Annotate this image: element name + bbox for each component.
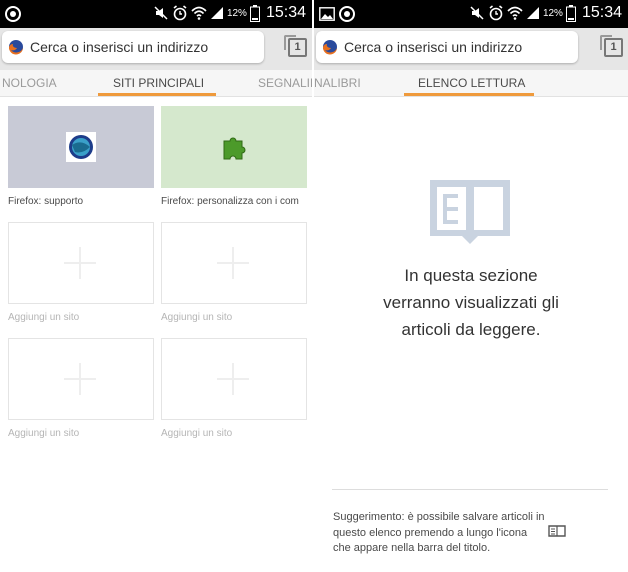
battery-percent: 12%: [226, 7, 247, 19]
hint-divider: [332, 489, 608, 490]
tabs-count: 1: [610, 41, 617, 53]
tab-tecnologia[interactable]: NOLOGIA: [2, 76, 57, 90]
browser-toolbar: Cerca o inserisci un indirizzo 1: [314, 28, 628, 70]
hint-line: questo elenco premendo a lungo l'icona: [333, 525, 609, 541]
puzzle-piece-icon: [223, 137, 246, 160]
home-panel-tabs: NALIBRI ELENCO LETTURA: [314, 70, 628, 97]
tile-label: Aggiungi un sito: [8, 428, 80, 439]
active-tab-indicator: [98, 93, 216, 96]
image-notification-icon: [319, 7, 335, 21]
mute-icon: [470, 6, 484, 20]
add-site-tile[interactable]: [8, 338, 154, 420]
alarm-icon: [489, 5, 503, 21]
url-bar[interactable]: Cerca o inserisci un indirizzo: [316, 31, 578, 63]
firefox-notification-icon: [5, 6, 21, 22]
add-site-tile[interactable]: [8, 222, 154, 304]
home-panel-tabs: NOLOGIA SITI PRINCIPALI SEGNALIB: [0, 70, 312, 97]
firefox-notification-icon: [339, 6, 355, 22]
wifi-icon: [191, 6, 207, 20]
firefox-logo-icon: [322, 40, 337, 55]
wifi-icon: [507, 6, 523, 20]
add-site-tile[interactable]: [161, 222, 307, 304]
status-bar: 12% 15:34: [314, 0, 628, 28]
reader-mode-icon: [548, 525, 566, 537]
empty-message-line: In questa sezione: [404, 266, 538, 285]
tab-elenco-lettura[interactable]: ELENCO LETTURA: [418, 76, 525, 90]
battery-icon: [249, 4, 260, 22]
status-bar: 12% 15:34: [0, 0, 312, 28]
url-placeholder: Cerca o inserisci un indirizzo: [344, 39, 523, 55]
firefox-logo-icon: [8, 40, 23, 55]
right-screen: 12% 15:34 Cerca o inserisci un indirizzo…: [314, 0, 628, 572]
tile-label: Firefox: personalizza con i com: [161, 196, 299, 207]
empty-message-line: verranno visualizzati gli: [383, 293, 559, 312]
tabs-count: 1: [294, 41, 301, 53]
battery-icon: [565, 4, 576, 22]
plus-icon: [64, 363, 96, 395]
alarm-icon: [173, 5, 187, 21]
tabs-counter-button[interactable]: 1: [284, 35, 307, 57]
empty-message-line: articoli da leggere.: [401, 320, 541, 339]
add-site-tile[interactable]: [161, 338, 307, 420]
hint-text: questo elenco premendo a lungo l'icona: [333, 527, 528, 539]
signal-icon: [526, 7, 539, 19]
reading-list-empty-message: In questa sezione verranno visualizzati …: [314, 262, 628, 343]
url-placeholder: Cerca o inserisci un indirizzo: [30, 39, 209, 55]
plus-icon: [64, 247, 96, 279]
status-clock: 15:34: [265, 4, 306, 21]
tab-segnalibri[interactable]: NALIBRI: [314, 76, 361, 90]
top-site-tile-supporto[interactable]: [8, 106, 154, 188]
reading-list-hint: Suggerimento: è possibile salvare artico…: [333, 510, 609, 556]
url-bar[interactable]: Cerca o inserisci un indirizzo: [2, 31, 264, 63]
tile-label: Firefox: supporto: [8, 196, 84, 207]
tile-label: Aggiungi un sito: [161, 312, 233, 323]
hint-line: che appare nella barra del titolo.: [333, 542, 491, 554]
left-screen: 12% 15:34 Cerca o inserisci un indirizzo…: [0, 0, 312, 572]
tile-label: Aggiungi un sito: [8, 312, 80, 323]
tab-segnalibri[interactable]: SEGNALIB: [258, 76, 312, 90]
status-clock: 15:34: [581, 4, 622, 21]
signal-icon: [210, 7, 223, 19]
reading-list-icon: [430, 180, 510, 244]
tab-siti-principali[interactable]: SITI PRINCIPALI: [113, 76, 204, 90]
browser-toolbar: Cerca o inserisci un indirizzo 1: [0, 28, 312, 70]
top-site-tile-personalizza[interactable]: [161, 106, 307, 188]
firefox-support-icon: [66, 132, 96, 162]
mute-icon: [154, 6, 168, 20]
hint-line: Suggerimento: è possibile salvare artico…: [333, 511, 545, 523]
plus-icon: [217, 363, 249, 395]
tabs-counter-button[interactable]: 1: [600, 35, 623, 57]
battery-percent: 12%: [542, 7, 563, 19]
tile-label: Aggiungi un sito: [161, 428, 233, 439]
active-tab-indicator: [404, 93, 534, 96]
plus-icon: [217, 247, 249, 279]
